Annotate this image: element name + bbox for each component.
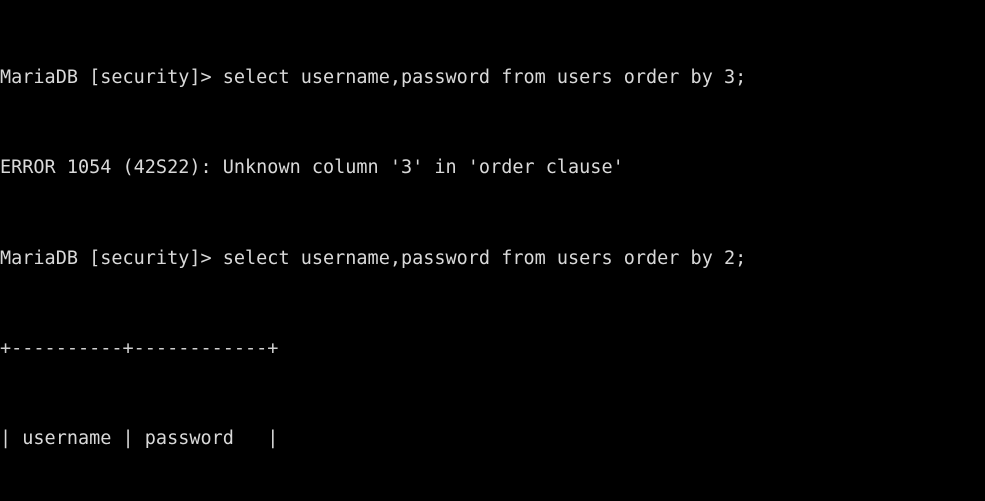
terminal-screen[interactable]: MariaDB [security]> select username,pass… [0, 0, 746, 501]
terminal-window[interactable]: MariaDB [security]> select username,pass… [0, 0, 985, 501]
command-line-2: MariaDB [security]> select username,pass… [0, 247, 747, 269]
command-line-1: MariaDB [security]> select username,pass… [0, 67, 747, 89]
error-message-line: ERROR 1054 (42S22): Unknown column '3' i… [0, 157, 624, 179]
table-header-row: | username | password | [0, 427, 279, 449]
table-rule-top: +----------+------------+ [0, 337, 279, 359]
